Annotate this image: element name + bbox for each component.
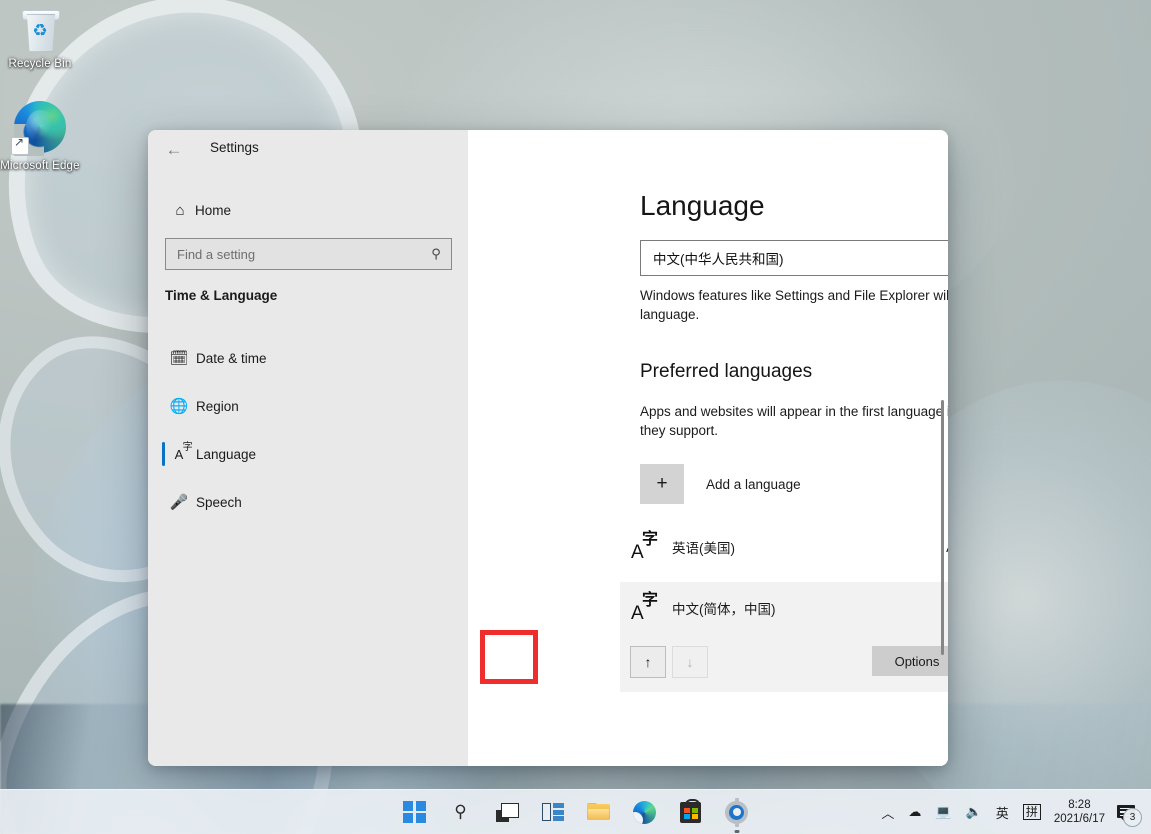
display-language-value: 中文(中华人民共和国) [653, 252, 784, 267]
globe-icon: 🌐 [169, 398, 189, 415]
taskbar-items: ⚲ [402, 790, 750, 834]
language-list-item[interactable]: A字 中文(简体，中国) A字 [620, 582, 948, 634]
desktop-icon-label: Microsoft Edge [0, 160, 80, 172]
desktop-icon-recycle-bin[interactable]: ♻ Recycle Bin [0, 8, 80, 71]
notification-center-button[interactable]: 3 [1113, 790, 1145, 834]
microsoft-store-icon [680, 798, 701, 823]
clock[interactable]: 8:28 2021/6/17 [1048, 790, 1113, 834]
language-pack-icon: A字 [631, 531, 659, 563]
cloud-icon[interactable]: ☁ [901, 790, 928, 834]
search-icon: ⚲ [454, 802, 467, 821]
language-name: 中文(简体，中国) [672, 602, 776, 617]
search-button[interactable]: ⚲ [448, 799, 474, 825]
search-icon: ⚲ [431, 246, 441, 261]
sidebar-item-home[interactable]: ⌂ Home [165, 193, 455, 227]
back-arrow-icon[interactable]: ← [161, 138, 187, 162]
search-input[interactable] [166, 245, 421, 263]
home-icon: ⌂ [175, 201, 185, 219]
settings-window: ← Settings ✕ ⌂ Home ⚲ Time & Language 🗓 … [148, 130, 948, 766]
network-icon[interactable]: 💻 [928, 790, 958, 834]
preferred-languages-description: Apps and websites will appear in the fir… [640, 404, 948, 438]
move-language-up-button[interactable]: ↑ [630, 646, 666, 678]
microsoft-edge-icon [11, 98, 69, 156]
ime-language-indicator[interactable]: 英 [989, 790, 1016, 834]
task-view-icon [495, 802, 519, 822]
plus-icon: + [640, 464, 684, 504]
task-view-button[interactable] [494, 799, 520, 825]
folder-icon [587, 803, 610, 821]
desktop-icon-microsoft-edge[interactable]: Microsoft Edge [0, 98, 80, 173]
start-button[interactable] [402, 799, 428, 825]
gear-icon [725, 797, 748, 827]
recycle-bin-icon: ♻ [17, 8, 63, 54]
page-title: Language [640, 190, 765, 221]
sidebar-item-language[interactable]: A字 Language [162, 435, 454, 473]
sidebar-group-title: Time & Language [165, 288, 278, 303]
language-actions-bar: ↑ ↓ Options Remove [620, 634, 948, 692]
clock-time: 8:28 [1068, 799, 1091, 811]
language-pack-icon: A字 [631, 592, 659, 624]
language-az-icon: A字 [174, 441, 193, 462]
taskbar: ⚲ ︿ ☁ 💻 🔈 英 拼 8:28 2021/6/17 3 [0, 789, 1151, 834]
windows-logo-icon [403, 800, 426, 824]
language-name: 英语(美国) [672, 541, 735, 556]
calendar-clock-icon: 🗓 [169, 350, 189, 367]
store-button[interactable] [678, 798, 704, 825]
sidebar-item-region[interactable]: 🌐 Region [162, 387, 454, 425]
sidebar-item-speech[interactable]: 🎤 Speech [162, 483, 454, 521]
microphone-icon: 🎤 [169, 494, 189, 511]
window-title: Settings [210, 140, 259, 155]
widgets-button[interactable] [540, 799, 566, 825]
search-box[interactable]: ⚲ [165, 238, 452, 270]
clock-date: 2021/6/17 [1053, 813, 1105, 825]
sidebar-item-label: Language [196, 446, 257, 462]
chevron-up-icon[interactable]: ︿ [874, 790, 901, 834]
add-language-button[interactable]: + Add a language [640, 460, 948, 508]
speaker-icon[interactable]: 🔈 [959, 790, 989, 834]
desktop-icon-label: Recycle Bin [8, 58, 72, 70]
move-language-down-button: ↓ [672, 646, 708, 678]
file-explorer-button[interactable] [586, 799, 612, 825]
widgets-icon [541, 803, 564, 821]
sidebar-item-label: Date & time [196, 350, 267, 366]
shortcut-overlay-icon [11, 135, 29, 155]
sidebar-item-label: Home [195, 202, 232, 218]
settings-button[interactable] [724, 797, 750, 827]
edge-button[interactable] [632, 799, 658, 825]
ime-mode-indicator[interactable]: 拼 [1016, 790, 1048, 834]
sidebar-item-label: Speech [196, 494, 242, 510]
options-button[interactable]: Options [872, 646, 948, 676]
display-language-description: Windows features like Settings and File … [640, 288, 948, 322]
microsoft-edge-icon [633, 800, 656, 824]
system-tray: ︿ ☁ 💻 🔈 英 拼 8:28 2021/6/17 3 [874, 790, 1145, 834]
language-list-item[interactable]: A字 英语(美国) A字 🖥 🎤 ✎ ABC✓ [620, 522, 948, 572]
display-language-select[interactable]: 中文(中华人民共和国) ▾ [640, 240, 948, 276]
sidebar-item-date-time[interactable]: 🗓 Date & time [162, 339, 454, 377]
settings-content-pane: Language 中文(中华人民共和国) ▾ Windows features … [468, 130, 948, 766]
notification-badge: 3 [1123, 808, 1142, 827]
sidebar-item-label: Region [196, 398, 239, 414]
preferred-languages-title: Preferred languages [640, 361, 813, 382]
add-language-label: Add a language [706, 476, 801, 492]
content-scrollbar[interactable] [941, 400, 944, 655]
